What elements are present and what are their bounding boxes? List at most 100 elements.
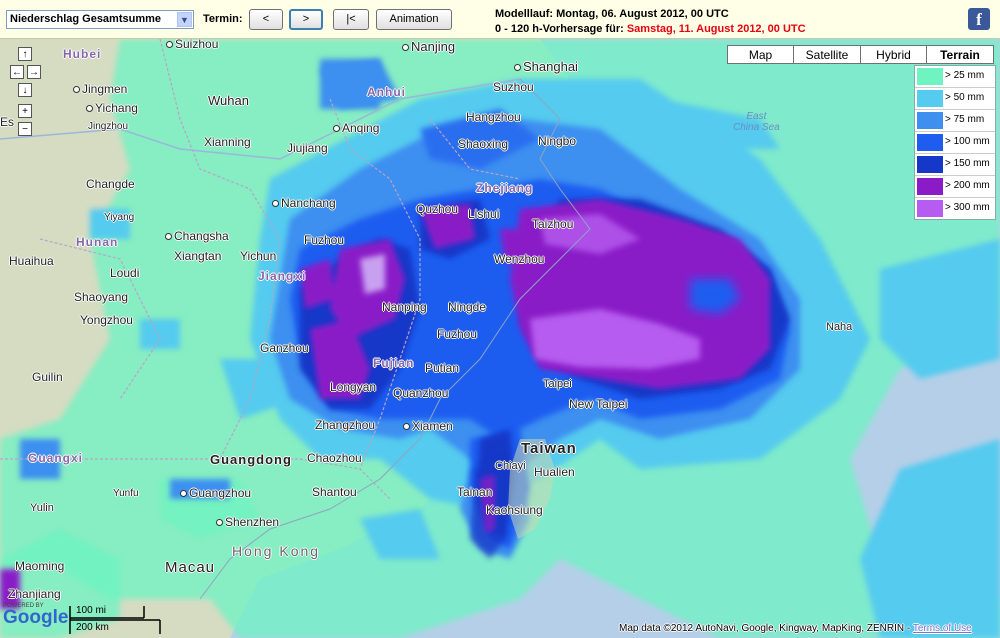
label-huaihua: Huaihua <box>9 254 54 268</box>
label-nanping: Nanping <box>382 300 427 314</box>
label-shantou: Shantou <box>312 485 357 499</box>
scale-miles: 100 mi <box>76 605 107 616</box>
layer-select[interactable]: Niederschlag Gesamtsumme ▼ <box>6 10 194 29</box>
map-type-map[interactable]: Map <box>727 45 794 64</box>
layer-select-value: Niederschlag Gesamtsumme <box>10 13 162 25</box>
city-dot <box>272 200 279 208</box>
legend-row: > 25 mm <box>915 66 995 88</box>
zoom-out-button[interactable]: − <box>18 122 32 136</box>
label-zhanjiang: Zhanjiang <box>8 587 61 601</box>
pan-up-icon[interactable]: ↑ <box>18 47 32 61</box>
label-anqing: Anqing <box>333 121 379 135</box>
label-ningbo: Ningbo <box>538 134 577 148</box>
terms-of-use-link[interactable]: Terms of Use <box>913 623 972 634</box>
city-dot <box>216 519 223 527</box>
label-jiangxi: Jiangxi <box>258 269 307 283</box>
city-dot <box>73 86 80 94</box>
legend-row: > 150 mm <box>915 154 995 176</box>
label-chiayi: Chiayi <box>495 460 526 472</box>
label-guangdong: Guangdong <box>210 452 292 467</box>
legend-label: > 50 mm <box>945 92 985 103</box>
city-dot <box>180 490 187 498</box>
label-guilin: Guilin <box>32 370 63 384</box>
label-shenzhen: Shenzhen <box>216 515 279 529</box>
pan-right-icon[interactable]: → <box>27 65 41 79</box>
scale-km: 200 km <box>76 622 109 633</box>
label-hangzhou: Hangzhou <box>466 110 521 124</box>
label-new-taipei: New Taipei <box>569 397 628 411</box>
label-yichun: Yichun <box>240 249 277 263</box>
chevron-down-icon[interactable]: ▼ <box>177 12 192 27</box>
label-yichang: Yichang <box>86 101 138 115</box>
google-logo-text: Google <box>3 607 69 628</box>
label-fuzhou: Fuzhou <box>437 327 478 341</box>
legend-label: > 150 mm <box>945 158 990 169</box>
label-hualien: Hualien <box>534 465 575 479</box>
city-dot <box>333 125 340 133</box>
label-nanchang: Nanchang <box>272 196 336 210</box>
label-shanghai: Shanghai <box>514 59 578 74</box>
city-name: Anqing <box>342 121 380 135</box>
city-name: Jingmen <box>82 82 128 96</box>
map-type-hybrid[interactable]: Hybrid <box>860 45 927 64</box>
label-naha: Naha <box>826 321 853 333</box>
label-putian: Putian <box>425 361 460 375</box>
label-ganzhou: Ganzhou <box>260 341 309 355</box>
legend-row: > 50 mm <box>915 88 995 110</box>
city-name: Nanjing <box>411 39 456 54</box>
label-zhangzhou: Zhangzhou <box>315 418 376 432</box>
city-name: Suizhou <box>175 39 219 51</box>
label-tainan: Tainan <box>457 485 493 499</box>
legend-swatch <box>917 68 943 85</box>
label-changde: Changde <box>86 177 135 191</box>
label-zhejiang: Zhejiang <box>476 181 534 195</box>
animation-button[interactable]: Animation <box>376 9 452 30</box>
map-canvas[interactable]: Hubei Suizhou Nanjing Shanghai Jingmen A… <box>0 39 1000 638</box>
google-logo[interactable]: Google <box>3 607 68 629</box>
first-time-button[interactable]: |< <box>333 9 369 30</box>
label-anhui: Anhui <box>367 85 406 99</box>
label-suzhou: Suzhou <box>493 80 534 94</box>
label-yulin: Yulin <box>30 502 54 514</box>
label-longyan: Longyan <box>330 380 377 394</box>
city-dot <box>514 64 521 72</box>
label-yongzhou: Yongzhou <box>80 313 133 327</box>
city-name: Changsha <box>174 229 229 243</box>
prev-time-button[interactable]: < <box>249 9 283 30</box>
pan-left-icon[interactable]: ← <box>10 65 24 79</box>
label-macau: Macau <box>165 559 216 576</box>
label-taizhou: Taizhou <box>532 217 574 231</box>
forecast-line: 0 - 120 h-Vorhersage für: Samstag, 11. A… <box>495 22 806 37</box>
map-type-terrain[interactable]: Terrain <box>926 45 994 64</box>
legend-swatch <box>917 178 943 195</box>
label-guangxi: Guangxi <box>28 451 84 465</box>
precip-legend: > 25 mm > 50 mm > 75 mm > 100 mm > 150 m… <box>914 65 996 220</box>
city-dot <box>86 105 93 113</box>
pan-down-icon[interactable]: ↓ <box>18 83 32 97</box>
label-wenzhou: Wenzhou <box>494 252 545 266</box>
city-dot <box>165 233 172 241</box>
legend-row: > 75 mm <box>915 110 995 132</box>
legend-swatch <box>917 156 943 173</box>
next-time-button[interactable]: > <box>289 9 323 30</box>
legend-swatch <box>917 112 943 129</box>
city-name: Xiamen <box>412 419 453 433</box>
label-kaohsiung: Kaohsiung <box>486 503 543 517</box>
city-name: Nanchang <box>281 196 336 210</box>
label-suizhou: Suizhou <box>166 39 218 51</box>
label-jingzhou: Jingzhou <box>88 121 129 132</box>
city-name: Yichang <box>95 101 138 115</box>
zoom-in-button[interactable]: + <box>18 104 32 118</box>
label-hunan: Hunan <box>76 235 119 249</box>
legend-row: > 200 mm <box>915 176 995 198</box>
label-wuhan: Wuhan <box>208 93 249 108</box>
label-fujian: Fujian <box>373 356 415 370</box>
label-xiangtan: Xiangtan <box>174 249 222 263</box>
label-xianning: Xianning <box>204 135 251 149</box>
facebook-icon[interactable]: f <box>968 8 990 30</box>
map-type-satellite[interactable]: Satellite <box>793 45 861 64</box>
label-taiwan: Taiwan <box>521 440 577 457</box>
label-xiamen: Xiamen <box>403 419 453 433</box>
label-yunfu: Yunfu <box>113 488 139 499</box>
city-dot <box>402 44 409 52</box>
